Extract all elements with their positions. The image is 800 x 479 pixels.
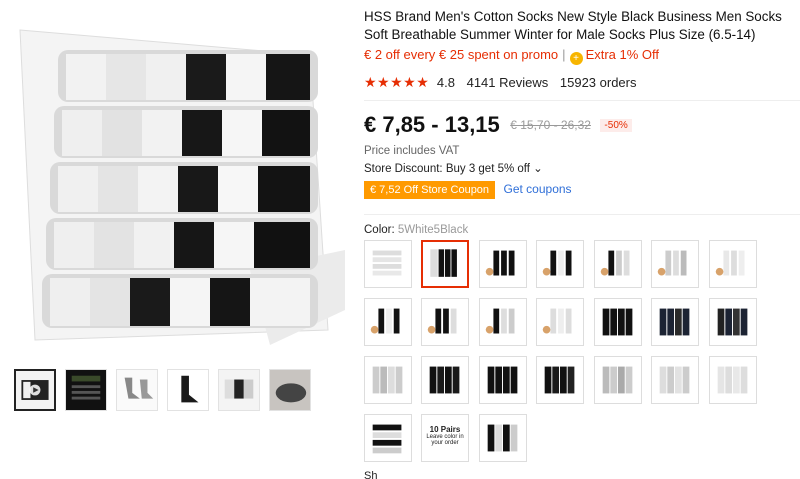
color-swatch[interactable] — [364, 240, 412, 288]
color-swatch[interactable] — [709, 240, 757, 288]
color-swatch[interactable] — [594, 240, 642, 288]
thumbnail-video[interactable] — [14, 369, 56, 411]
vat-note: Price includes VAT — [364, 145, 460, 157]
color-swatch[interactable] — [536, 356, 584, 404]
color-swatch[interactable] — [651, 356, 699, 404]
color-swatch[interactable] — [364, 298, 412, 346]
color-swatch[interactable] — [536, 240, 584, 288]
swatch-text: 10 Pairs Leave color in your order — [422, 425, 468, 446]
color-swatch[interactable] — [364, 356, 412, 404]
color-swatch[interactable] — [421, 298, 469, 346]
color-selected-value: 5White5Black — [397, 224, 469, 236]
promo-separator: | — [562, 47, 566, 62]
original-price: € 15,70 - 26,32 — [510, 118, 591, 132]
thumbnail-6[interactable] — [269, 369, 311, 411]
thumbnail-5[interactable] — [218, 369, 260, 411]
discount-badge: -50% — [600, 119, 632, 132]
get-coupons-link[interactable]: Get coupons — [504, 182, 572, 196]
color-label-text: Color: — [364, 224, 395, 236]
swatch-text-sub: Leave color in your order — [426, 434, 464, 446]
color-swatch[interactable] — [651, 240, 699, 288]
color-swatch[interactable] — [479, 356, 527, 404]
color-swatch[interactable] — [651, 298, 699, 346]
color-label: Color: 5White5Black — [364, 224, 468, 236]
thumbnail-strip — [14, 369, 314, 413]
color-swatch-selected[interactable] — [421, 240, 469, 288]
color-swatch[interactable] — [594, 356, 642, 404]
store-discount-dropdown[interactable]: Store Discount: Buy 3 get 5% off ⌄ — [364, 161, 543, 175]
rating-value: 4.8 — [436, 75, 455, 90]
color-swatch[interactable] — [479, 298, 527, 346]
promo-text: € 2 off every € 25 spent on promo — [364, 47, 559, 62]
extra-off-icon: + — [569, 52, 583, 65]
thumbnail-4[interactable] — [167, 369, 209, 411]
divider — [364, 100, 800, 101]
color-swatch[interactable] — [709, 298, 757, 346]
color-swatches: 10 Pairs Leave color in your order — [364, 240, 800, 464]
color-swatch[interactable] — [479, 240, 527, 288]
color-swatch[interactable] — [479, 414, 527, 462]
rating-row: ★★★★★ 4.8 4141 Reviews 15923 orders — [364, 74, 637, 91]
product-title: HSS Brand Men's Cotton Socks New Style B… — [364, 9, 782, 42]
promo-row[interactable]: € 2 off every € 25 spent on promo | + Extra… — [364, 47, 794, 65]
reviews-link[interactable]: 4141 Reviews — [467, 75, 549, 90]
coupon-row: € 7,52 Off Store Coupon Get coupons — [364, 180, 572, 199]
color-swatch[interactable] — [536, 298, 584, 346]
store-coupon-badge: € 7,52 Off Store Coupon — [364, 181, 496, 199]
main-product-image[interactable] — [10, 10, 345, 355]
star-rating-icon: ★★★★★ — [364, 74, 430, 90]
extra-off-text: Extra 1% Off — [585, 47, 660, 62]
color-swatch[interactable] — [594, 298, 642, 346]
color-swatch[interactable] — [709, 356, 757, 404]
divider — [364, 214, 800, 215]
current-price: € 7,85 - 13,15 — [364, 112, 500, 137]
color-swatch[interactable] — [364, 414, 412, 462]
thumbnail-2[interactable] — [65, 369, 107, 411]
swatch-text-title: 10 Pairs — [429, 425, 461, 434]
orders-count: 15923 orders — [559, 75, 637, 90]
color-swatch[interactable] — [421, 356, 469, 404]
color-swatch-text[interactable]: 10 Pairs Leave color in your order — [421, 414, 469, 462]
shipping-label: Sh — [364, 470, 378, 479]
thumbnail-3[interactable] — [116, 369, 158, 411]
price-row: € 7,85 - 13,15 € 15,70 - 26,32 -50% — [364, 112, 632, 138]
